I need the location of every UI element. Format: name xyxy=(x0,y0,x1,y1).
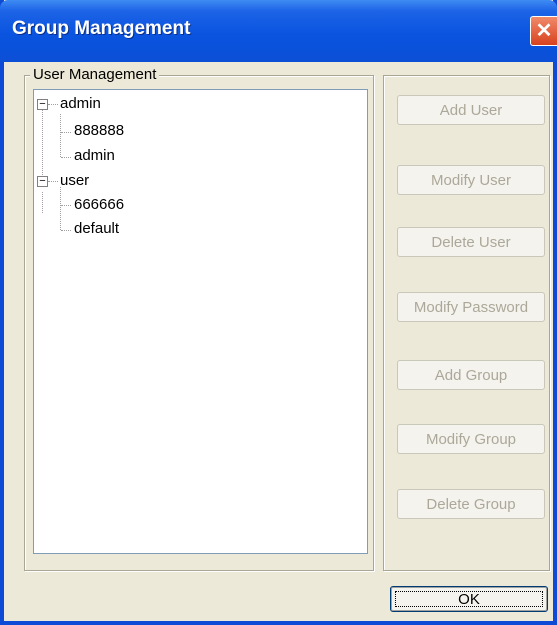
groupbox-label: User Management xyxy=(30,66,160,83)
close-button[interactable]: ✕ xyxy=(530,16,557,46)
tree-connector xyxy=(60,114,61,157)
tree-connector xyxy=(61,157,71,158)
collapse-icon[interactable]: − xyxy=(37,176,48,187)
tree-group-admin[interactable]: admin xyxy=(60,95,101,112)
tree-connector xyxy=(60,187,61,230)
tree-connector xyxy=(42,192,43,213)
modify-password-button[interactable]: Modify Password xyxy=(397,292,545,322)
tree-connector xyxy=(61,230,71,231)
ok-button[interactable]: OK xyxy=(390,586,548,612)
window-title: Group Management xyxy=(12,18,191,39)
add-group-button[interactable]: Add Group xyxy=(397,360,545,390)
tree-connector xyxy=(42,105,43,181)
close-icon: ✕ xyxy=(535,20,553,42)
add-user-button[interactable]: Add User xyxy=(397,95,545,125)
tree-user-default[interactable]: default xyxy=(74,220,119,237)
tree-connector xyxy=(61,205,71,206)
tree-connector xyxy=(48,104,58,105)
focus-rectangle xyxy=(395,591,543,607)
title-bar[interactable]: Group Management ✕ xyxy=(0,0,557,62)
tree-user-666666[interactable]: 666666 xyxy=(74,196,124,213)
collapse-icon[interactable]: − xyxy=(37,99,48,110)
user-tree[interactable]: − admin 888888 admin − user 666666 defau… xyxy=(33,89,368,554)
tree-group-user[interactable]: user xyxy=(60,172,89,189)
modify-group-button[interactable]: Modify Group xyxy=(397,424,545,454)
tree-connector xyxy=(61,132,71,133)
tree-connector xyxy=(48,181,58,182)
delete-user-button[interactable]: Delete User xyxy=(397,227,545,257)
delete-group-button[interactable]: Delete Group xyxy=(397,489,545,519)
modify-user-button[interactable]: Modify User xyxy=(397,165,545,195)
tree-user-admin[interactable]: admin xyxy=(74,147,115,164)
tree-user-888888[interactable]: 888888 xyxy=(74,122,124,139)
